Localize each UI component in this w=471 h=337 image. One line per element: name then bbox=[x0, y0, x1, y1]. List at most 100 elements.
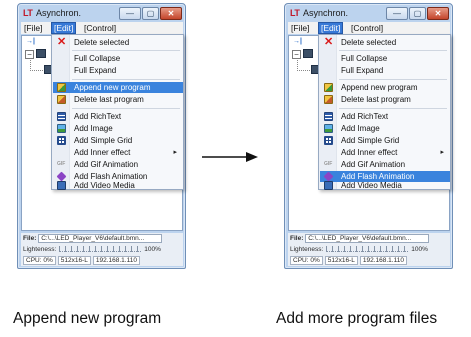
cpu-status-row: CPU: 0% 512x16-L 192.168.1.110 bbox=[21, 255, 183, 266]
close-button[interactable]: ✕ bbox=[427, 7, 449, 20]
tree-connector bbox=[297, 70, 310, 71]
menu-item-add-image[interactable]: Add Image bbox=[320, 123, 450, 134]
forward-icon[interactable]: →| bbox=[293, 38, 302, 45]
menu-item-label: Delete selected bbox=[74, 38, 130, 47]
menu-item-add-video-media[interactable]: Add Video Media bbox=[320, 181, 450, 190]
menu-file[interactable]: [File] bbox=[291, 23, 309, 33]
tree-collapse-icon[interactable]: − bbox=[25, 50, 34, 59]
menu-control[interactable]: [Control] bbox=[351, 23, 383, 33]
screen-node-icon[interactable] bbox=[303, 49, 313, 58]
lightness-value: 100% bbox=[411, 246, 428, 253]
append-program-icon bbox=[57, 83, 66, 92]
menu-item-label: Add RichText bbox=[341, 112, 389, 121]
menu-separator bbox=[339, 50, 447, 51]
file-status-row: File: C:\...\LED_Player_V6\default.bmn..… bbox=[288, 233, 450, 244]
file-label: File: bbox=[290, 235, 304, 242]
minimize-button[interactable]: — bbox=[119, 7, 141, 20]
grid-icon bbox=[324, 136, 333, 145]
lightness-slider[interactable] bbox=[326, 246, 409, 253]
edit-dropdown-menu: ✕ Delete selected Full Collapse Full Exp… bbox=[51, 34, 184, 190]
menu-item-delete-selected[interactable]: ✕ Delete selected bbox=[320, 37, 450, 48]
arrow-right-icon bbox=[202, 152, 258, 162]
menu-item-full-expand[interactable]: Full Expand bbox=[320, 65, 450, 76]
file-status-row: File: C:\...\LED_Player_V6\default.bmn..… bbox=[21, 233, 183, 244]
cpu-status-row: CPU: 0% 512x16-L 192.168.1.110 bbox=[288, 255, 450, 266]
menu-bar: [File] [Edit] [Control] bbox=[288, 22, 450, 34]
menu-item-add-inner-effect[interactable]: Add Inner effect ▸ bbox=[53, 147, 183, 158]
minimize-button[interactable]: — bbox=[386, 7, 408, 20]
menu-item-label: Add Video Media bbox=[74, 181, 135, 190]
delete-x-icon: ✕ bbox=[324, 36, 334, 48]
menu-item-label: Add Image bbox=[341, 124, 380, 133]
lightness-value: 100% bbox=[144, 246, 161, 253]
delete-program-icon bbox=[324, 95, 333, 104]
close-button[interactable]: ✕ bbox=[160, 7, 182, 20]
menu-item-label: Delete selected bbox=[341, 38, 397, 47]
menu-item-label: Add Gif Animation bbox=[74, 160, 139, 169]
tree-collapse-icon[interactable]: − bbox=[292, 50, 301, 59]
menu-item-label: Add Gif Animation bbox=[341, 160, 406, 169]
ip-address: 192.168.1.110 bbox=[359, 256, 407, 265]
image-icon bbox=[324, 124, 333, 133]
lightness-slider[interactable] bbox=[59, 246, 142, 253]
title-bar: LT Asynchron. — ▢ ✕ bbox=[18, 4, 185, 21]
menu-item-label: Add Video Media bbox=[341, 181, 402, 190]
menu-item-delete-last-program[interactable]: Delete last program bbox=[320, 94, 450, 105]
delete-program-icon bbox=[57, 95, 66, 104]
menu-item-add-richtext[interactable]: Add RichText bbox=[53, 111, 183, 122]
menu-item-append-new-program[interactable]: Append new program bbox=[320, 82, 450, 93]
lightness-label: Lighteness: bbox=[290, 246, 324, 253]
video-icon bbox=[324, 181, 333, 190]
lightness-label: Lighteness: bbox=[23, 246, 57, 253]
forward-icon[interactable]: →| bbox=[26, 38, 35, 45]
menu-item-full-expand[interactable]: Full Expand bbox=[53, 65, 183, 76]
menu-item-add-simple-grid[interactable]: Add Simple Grid bbox=[320, 135, 450, 146]
maximize-button[interactable]: ▢ bbox=[409, 7, 426, 20]
file-path-field[interactable]: C:\...\LED_Player_V6\default.bmn... bbox=[305, 234, 430, 243]
menu-item-add-richtext[interactable]: Add RichText bbox=[320, 111, 450, 122]
menu-item-label: Full Collapse bbox=[74, 54, 121, 63]
edit-dropdown-menu: ✕ Delete selected Full Collapse Full Exp… bbox=[318, 34, 451, 190]
menu-item-delete-selected[interactable]: ✕ Delete selected bbox=[53, 37, 183, 48]
submenu-arrow-icon: ▸ bbox=[440, 149, 444, 156]
menu-file[interactable]: [File] bbox=[24, 23, 42, 33]
menu-item-add-image[interactable]: Add Image bbox=[53, 123, 183, 134]
menu-item-full-collapse[interactable]: Full Collapse bbox=[320, 53, 450, 64]
image-icon bbox=[57, 124, 66, 133]
menu-item-label: Delete last program bbox=[74, 95, 144, 104]
menu-item-delete-last-program[interactable]: Delete last program bbox=[53, 94, 183, 105]
menu-control[interactable]: [Control] bbox=[84, 23, 116, 33]
menu-item-add-gif-animation[interactable]: GIF Add Gif Animation bbox=[53, 159, 183, 170]
menu-item-label: Add RichText bbox=[74, 112, 122, 121]
screen-node-icon[interactable] bbox=[36, 49, 46, 58]
menu-item-label: Add Simple Grid bbox=[74, 136, 133, 145]
menu-item-label: Full Expand bbox=[341, 66, 384, 75]
lightness-status-row: Lighteness: 100% bbox=[288, 244, 450, 255]
gif-icon: GIF bbox=[57, 161, 66, 167]
menu-item-add-video-media[interactable]: Add Video Media bbox=[53, 181, 183, 190]
app-logo-icon: LT bbox=[290, 8, 300, 18]
menu-item-label: Append new program bbox=[341, 83, 418, 92]
submenu-arrow-icon: ▸ bbox=[173, 149, 177, 156]
menu-edit[interactable]: [Edit] bbox=[51, 22, 77, 34]
menu-edit[interactable]: [Edit] bbox=[318, 22, 344, 34]
delete-x-icon: ✕ bbox=[57, 36, 67, 48]
file-label: File: bbox=[23, 235, 37, 242]
file-path-field[interactable]: C:\...\LED_Player_V6\default.bmn... bbox=[38, 234, 163, 243]
window-title: Asynchron. bbox=[36, 8, 82, 18]
grid-icon bbox=[57, 136, 66, 145]
menu-separator bbox=[72, 50, 180, 51]
window-title: Asynchron. bbox=[303, 8, 349, 18]
append-program-icon bbox=[324, 83, 333, 92]
menu-item-full-collapse[interactable]: Full Collapse bbox=[53, 53, 183, 64]
menu-item-add-simple-grid[interactable]: Add Simple Grid bbox=[53, 135, 183, 146]
app-logo-icon: LT bbox=[23, 8, 33, 18]
menu-separator bbox=[339, 108, 447, 109]
menu-item-label: Add Image bbox=[74, 124, 113, 133]
menu-item-add-gif-animation[interactable]: GIF Add Gif Animation bbox=[320, 159, 450, 170]
maximize-button[interactable]: ▢ bbox=[142, 7, 159, 20]
menu-item-add-inner-effect[interactable]: Add Inner effect ▸ bbox=[320, 147, 450, 158]
menu-item-append-new-program[interactable]: Append new program bbox=[53, 82, 183, 93]
menu-separator bbox=[72, 108, 180, 109]
menu-item-label: Append new program bbox=[74, 83, 151, 92]
